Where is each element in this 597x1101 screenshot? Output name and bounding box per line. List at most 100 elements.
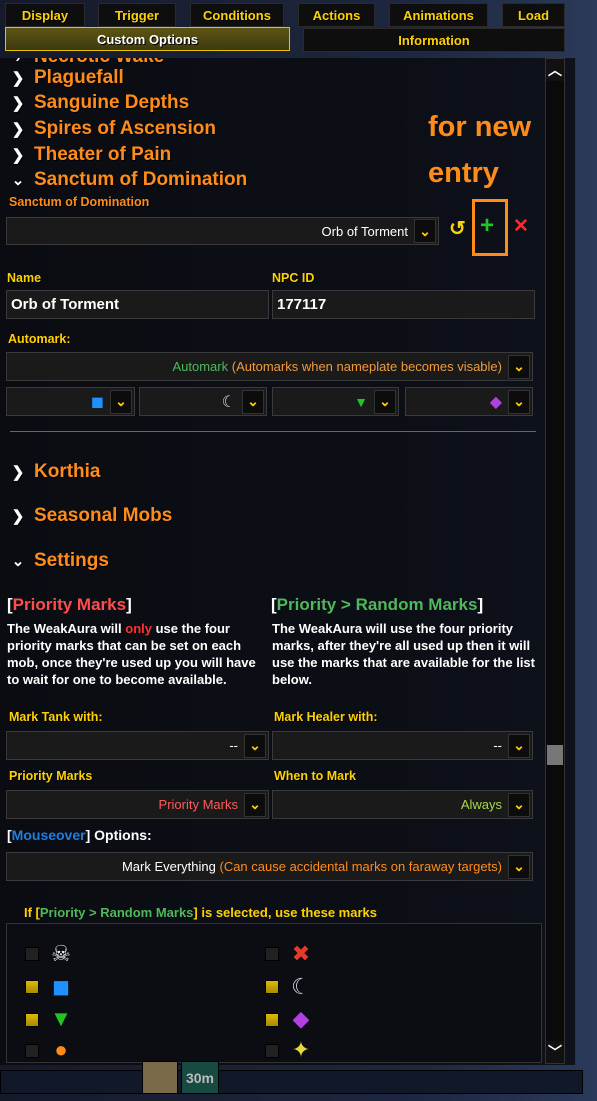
tree-item-settings[interactable]: ⌄ Settings [10, 550, 109, 572]
tree-item-seasonal-mobs[interactable]: ❯ Seasonal Mobs [10, 505, 173, 527]
chevron-down-icon[interactable]: ⌄ [244, 733, 266, 758]
undo-icon[interactable]: ↺ [449, 216, 471, 240]
chevron-right-icon: ❯ [11, 464, 25, 481]
tank-mark-dropdown[interactable]: -- ⌄ [6, 731, 269, 760]
chevron-right-icon: ❯ [11, 508, 25, 525]
tab-custom-options[interactable]: Custom Options [5, 27, 290, 51]
mark-dropdown-3[interactable]: ▼ ⌄ [272, 387, 399, 416]
chevron-down-icon[interactable]: ⌄ [508, 854, 530, 879]
automark-dropdown[interactable]: Automark (Automarks when nameplate becom… [6, 352, 533, 381]
marks-list: ☠ ✖ ◼ ☾ ▼ ◆ ● ✦ [6, 923, 542, 1063]
cross-mark-icon: ✖ [291, 941, 311, 966]
chevron-down-icon: ⌄ [11, 553, 25, 570]
when-to-mark-label: When to Mark [274, 769, 356, 783]
dropdown-value: -- [493, 738, 502, 753]
checkbox-diamond[interactable] [265, 1013, 279, 1027]
checkbox-circle[interactable] [25, 1044, 39, 1058]
delete-entry-button[interactable]: ✕ [513, 215, 529, 238]
dropdown-value: Priority Marks [158, 797, 238, 812]
scroll-thumb[interactable] [547, 745, 563, 765]
mouseover-label: [Mouseover] Options: [7, 827, 152, 843]
dropdown-value: -- [229, 738, 238, 753]
chevron-down-icon[interactable]: ⌄ [374, 389, 396, 414]
text: Priority > Random Marks [39, 905, 194, 920]
dropdown-value: Orb of Torment [321, 223, 408, 239]
tab-display[interactable]: Display [5, 3, 85, 27]
tree-label: Sanguine Depths [34, 92, 190, 113]
tree-label: Theater of Pain [34, 144, 172, 165]
chevron-down-icon[interactable]: ⌄ [508, 733, 530, 758]
text: If [ [24, 905, 40, 920]
chevron-down-icon[interactable]: ⌄ [244, 792, 266, 817]
text: The WeakAura will [7, 621, 126, 636]
chevron-right-icon: › [10, 58, 26, 66]
npc-id-label: NPC ID [272, 271, 315, 285]
moon-mark-icon: ☾ [291, 974, 311, 999]
tab-trigger[interactable]: Trigger [98, 3, 176, 27]
checkbox-star[interactable] [265, 1044, 279, 1058]
dropdown-note: (Can cause accidental marks on faraway t… [219, 859, 502, 874]
chevron-down-icon[interactable]: ⌄ [508, 389, 530, 414]
skull-mark-icon: ☠ [51, 941, 71, 966]
npc-select-dropdown[interactable]: Orb of Torment ⌄ [6, 217, 439, 245]
chevron-right-icon: ❯ [11, 95, 25, 112]
tab-load[interactable]: Load [502, 3, 565, 27]
when-to-mark-dropdown[interactable]: Always ⌄ [272, 790, 533, 819]
tab-animations[interactable]: Animations [389, 3, 488, 27]
tree-item-korthia[interactable]: ❯ Korthia [10, 461, 101, 483]
chevron-right-icon: ❯ [11, 121, 25, 138]
chevron-down-icon[interactable]: ⌄ [508, 354, 530, 379]
text: Options: [90, 827, 152, 843]
tank-label: Mark Tank with: [9, 710, 103, 724]
chevron-down-icon[interactable]: ⌄ [508, 792, 530, 817]
priority-marks-dropdown[interactable]: Priority Marks ⌄ [6, 790, 269, 819]
checkbox-square[interactable] [25, 980, 39, 994]
tree-label: Seasonal Mobs [34, 505, 173, 526]
checkbox-moon[interactable] [265, 980, 279, 994]
priority-marks-heading: [Priority Marks] [7, 595, 132, 614]
mark-dropdown-1[interactable]: ◼ ⌄ [6, 387, 135, 416]
checkbox-skull[interactable] [25, 947, 39, 961]
tree-item-sanctum[interactable]: ⌄ Sanctum of Domination [10, 169, 248, 191]
checkbox-triangle[interactable] [25, 1013, 39, 1027]
chevron-down-icon[interactable]: ⌄ [242, 389, 264, 414]
priority-marks-label: Priority Marks [9, 769, 93, 783]
moon-mark-icon: ☾ [221, 393, 236, 411]
automark-value: Automark [172, 359, 229, 374]
triangle-mark-icon: ▼ [50, 1006, 72, 1031]
chevron-right-icon: ❯ [11, 70, 25, 87]
mark-dropdown-2[interactable]: ☾ ⌄ [139, 387, 267, 416]
tree-item-spires[interactable]: ❯ Spires of Ascension [10, 118, 216, 140]
tree-item-theater[interactable]: ❯ Theater of Pain [10, 144, 172, 166]
tab-actions[interactable]: Actions [298, 3, 375, 27]
annotation-text: for new entry [428, 104, 531, 196]
chevron-down-icon[interactable]: ⌄ [110, 389, 132, 414]
tree-item-sanguine-depths[interactable]: ❯ Sanguine Depths [10, 92, 189, 114]
bottom-bar: 30m [0, 1061, 583, 1094]
mark-dropdown-4[interactable]: ◆ ⌄ [405, 387, 533, 416]
circle-mark-icon: ● [54, 1037, 68, 1062]
marks-list-caption: If [Priority > Random Marks] is selected… [24, 905, 377, 920]
npc-id-input[interactable]: 177117 [272, 290, 535, 319]
annotation-line: for new [428, 111, 532, 143]
random-description: The WeakAura will use the four priority … [272, 621, 535, 687]
automark-label: Automark: [8, 332, 71, 346]
mouseover-dropdown[interactable]: Mark Everything (Can cause accidental ma… [6, 852, 533, 881]
name-input[interactable]: Orb of Torment [6, 290, 269, 319]
add-entry-button[interactable]: + [480, 212, 494, 240]
scroll-down-icon[interactable]: ﹀ [546, 1041, 564, 1063]
text: only [125, 621, 152, 636]
tree-label: Plaguefall [34, 67, 124, 88]
scrollbar[interactable]: ︿ ﹀ [545, 58, 565, 1064]
tree-label: Settings [34, 550, 109, 571]
scroll-up-icon[interactable]: ︿ [546, 59, 564, 81]
tab-conditions[interactable]: Conditions [190, 3, 284, 27]
tab-information[interactable]: Information [303, 28, 565, 52]
checkbox-cross[interactable] [265, 947, 279, 961]
buff-icon [142, 1061, 178, 1094]
tree-label: Korthia [34, 461, 101, 482]
healer-mark-dropdown[interactable]: -- ⌄ [272, 731, 533, 760]
diamond-mark-icon: ◆ [489, 393, 502, 411]
chevron-down-icon[interactable]: ⌄ [414, 219, 436, 243]
tree-item-plaguefall[interactable]: ❯ Plaguefall [10, 67, 124, 89]
